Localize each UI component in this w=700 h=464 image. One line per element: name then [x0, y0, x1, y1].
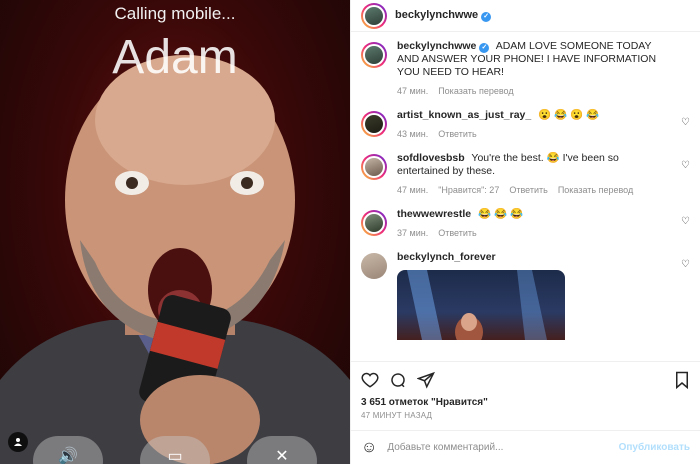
comment-item: beckylynch_forever ♡ — [361, 251, 690, 340]
reply-button[interactable]: Ответить — [438, 128, 476, 141]
post-header: beckylynchwwe ✓ — [351, 0, 700, 32]
verified-icon: ✓ — [479, 43, 490, 53]
comment-input[interactable]: Добавьте комментарий... — [387, 442, 618, 453]
commenter-avatar[interactable] — [361, 210, 387, 236]
comment-item: artist_known_as_just_ray_ 😮 😂 😮 😂 43 мин… — [361, 109, 690, 141]
comment-icon[interactable] — [389, 371, 407, 389]
caption-username[interactable]: beckylynchwwe ✓ — [397, 40, 490, 53]
video-button: ▭ — [140, 436, 210, 464]
like-comment-icon[interactable]: ♡ — [681, 160, 690, 171]
post-panel: beckylynchwwe ✓ beckylynchwwe ✓ ADAM LOVE … — [350, 0, 700, 464]
likes-count[interactable]: 3 651 отметок "Нравится" — [351, 397, 700, 408]
like-comment-icon[interactable]: ♡ — [681, 117, 690, 128]
author-avatar[interactable] — [361, 2, 387, 29]
author-avatar[interactable] — [361, 42, 387, 68]
comment-time: 47 мин. — [397, 185, 429, 195]
mute-button: ✕ — [247, 436, 317, 464]
comment-username[interactable]: thewwewrestle — [397, 208, 471, 220]
speaker-button: 🔊 — [33, 436, 103, 464]
author-username[interactable]: beckylynchwwe ✓ — [395, 9, 492, 22]
share-icon[interactable] — [417, 371, 435, 389]
comment-image[interactable] — [397, 270, 565, 340]
caller-name: Adam — [112, 31, 238, 84]
reply-button[interactable]: Ответить — [438, 227, 476, 240]
comment-item: thewwewrestle 😂 😂 😂 37 мин. Ответить ♡ — [361, 208, 690, 240]
like-comment-icon[interactable]: ♡ — [681, 216, 690, 227]
commenter-avatar[interactable] — [361, 154, 387, 180]
like-comment-icon[interactable]: ♡ — [681, 259, 690, 270]
comment-username[interactable]: beckylynch_forever — [397, 251, 496, 263]
action-bar — [351, 361, 700, 397]
reply-button[interactable]: Ответить — [509, 184, 547, 197]
add-comment-bar: ☺ Добавьте комментарий... Опубликовать — [351, 430, 700, 464]
commenter-avatar[interactable] — [361, 111, 387, 137]
like-icon[interactable] — [361, 371, 379, 389]
mute-icon: ✕ — [275, 448, 289, 464]
verified-icon: ✓ — [481, 12, 492, 22]
save-icon[interactable] — [674, 371, 690, 389]
translate-link[interactable]: Показать перевод — [438, 85, 513, 98]
comment-text: 😮 😂 😮 😂 — [538, 109, 600, 121]
comment-username[interactable]: sofdlovesbsb — [397, 152, 465, 164]
post-media[interactable]: Calling mobile... Adam 🔊 ▭ ✕ — [0, 0, 350, 464]
comment-item: sofdlovesbsb You're the best. 😂 I've bee… — [361, 152, 690, 197]
video-icon: ▭ — [167, 448, 183, 464]
post-time: 47 МИНУТ НАЗАД — [361, 411, 433, 420]
caption-time: 47 мин. — [397, 86, 429, 96]
emoji-icon[interactable]: ☺ — [361, 439, 377, 457]
call-status: Calling mobile... — [114, 4, 236, 23]
caption: beckylynchwwe ✓ ADAM LOVE SOMEONE TODAY A… — [361, 40, 690, 98]
comment-time: 37 мин. — [397, 228, 429, 238]
comment-time: 43 мин. — [397, 129, 429, 139]
comment-username[interactable]: artist_known_as_just_ray_ — [397, 109, 531, 121]
comments-list[interactable]: beckylynchwwe ✓ ADAM LOVE SOMEONE TODAY A… — [351, 32, 700, 361]
speaker-icon: 🔊 — [58, 448, 78, 464]
publish-button[interactable]: Опубликовать — [619, 442, 690, 453]
commenter-avatar[interactable] — [361, 253, 387, 279]
translate-link[interactable]: Показать перевод — [558, 184, 633, 197]
tagged-users-icon[interactable] — [8, 432, 28, 452]
comment-likes[interactable]: "Нравится": 27 — [438, 184, 499, 197]
comment-text: 😂 😂 😂 — [478, 208, 524, 220]
